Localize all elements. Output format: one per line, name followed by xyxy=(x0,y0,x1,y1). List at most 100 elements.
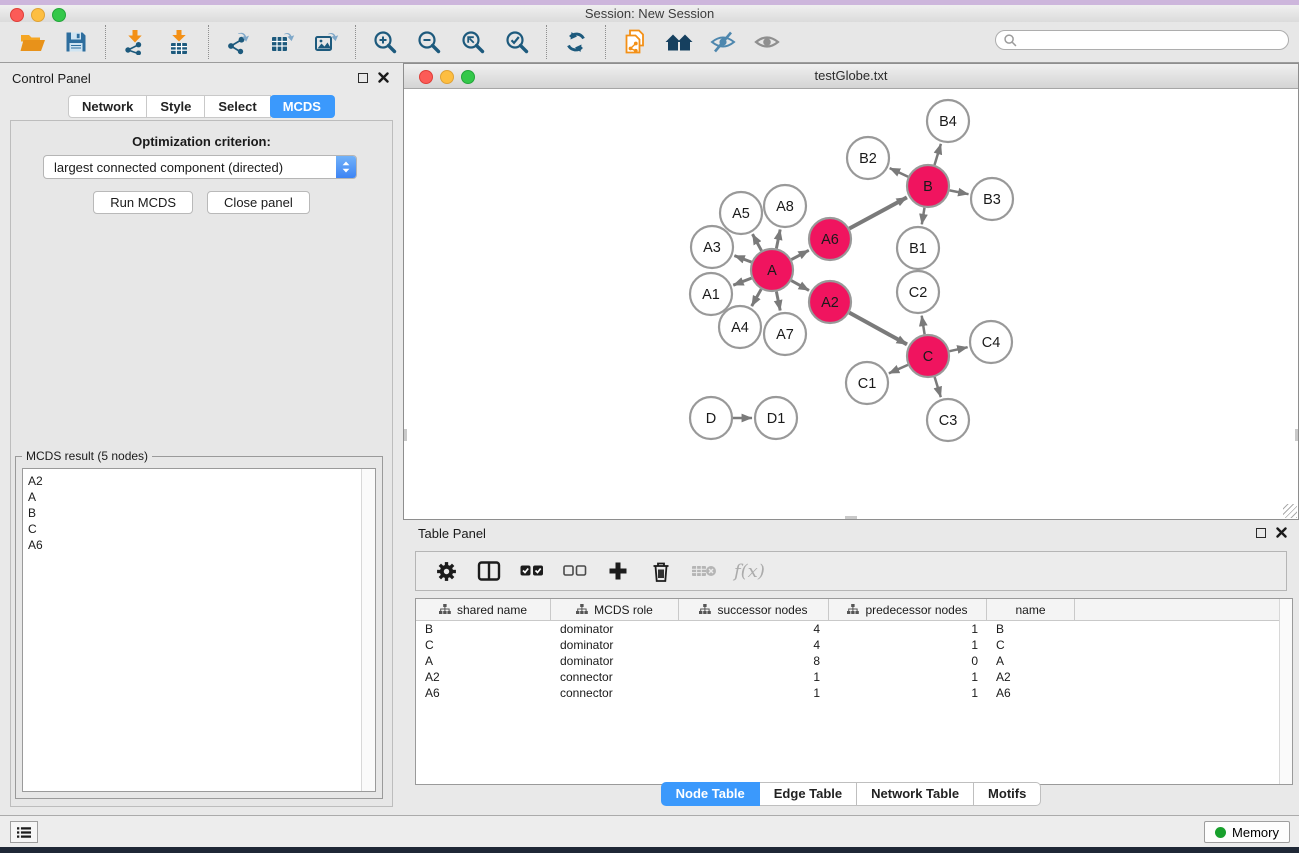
h-scroll-stub[interactable] xyxy=(845,516,857,519)
export-network-button[interactable] xyxy=(220,25,256,59)
graph-node-C4[interactable]: C4 xyxy=(970,321,1012,363)
table-cell[interactable]: dominator xyxy=(551,654,679,668)
graph-edge-B-B3[interactable] xyxy=(950,190,969,194)
save-session-button[interactable] xyxy=(58,25,94,59)
create-column-button[interactable] xyxy=(605,558,631,584)
graph-node-A8[interactable]: A8 xyxy=(764,185,806,227)
graph-node-A1[interactable]: A1 xyxy=(690,273,732,315)
tab-mcds[interactable]: MCDS xyxy=(270,95,335,118)
table-cell[interactable]: 1 xyxy=(829,670,987,684)
hide-graphics-details-button[interactable] xyxy=(705,25,741,59)
graph-node-A7[interactable]: A7 xyxy=(764,313,806,355)
column-layout-button[interactable] xyxy=(476,558,502,584)
graph-edge-C-C3[interactable] xyxy=(935,377,941,397)
import-table-button[interactable] xyxy=(161,25,197,59)
graph-edge-A2-C[interactable] xyxy=(849,313,907,345)
tab-edge-table[interactable]: Edge Table xyxy=(760,782,857,806)
graph-edge-A-A5[interactable] xyxy=(753,234,762,251)
graph-edge-C-C4[interactable] xyxy=(950,347,968,351)
table-cell[interactable]: 4 xyxy=(679,638,829,652)
graph-edge-A-A8[interactable] xyxy=(776,230,780,249)
table-cell[interactable]: B xyxy=(987,622,1075,636)
result-scrollbar[interactable] xyxy=(361,469,375,791)
mcds-result-item[interactable]: A6 xyxy=(23,537,375,553)
close-panel-icon[interactable] xyxy=(378,72,389,83)
zoom-fit-button[interactable] xyxy=(455,25,491,59)
mcds-result-item[interactable]: C xyxy=(23,521,375,537)
graph-node-B4[interactable]: B4 xyxy=(927,100,969,142)
delete-column-button[interactable] xyxy=(648,558,674,584)
table-cell[interactable]: 4 xyxy=(679,622,829,636)
table-cell[interactable]: A xyxy=(987,654,1075,668)
network-canvas[interactable]: B4B2BB3A8A5A6A3B1AC2A1A2A4A7C4CC1C3DD1 xyxy=(404,89,1298,519)
show-panels-button[interactable] xyxy=(10,821,38,843)
graph-node-A[interactable]: A xyxy=(751,249,793,291)
graph-node-C1[interactable]: C1 xyxy=(846,362,888,404)
column-header-name[interactable]: name xyxy=(987,599,1075,620)
table-cell[interactable]: connector xyxy=(551,670,679,684)
close-panel-button[interactable]: Close panel xyxy=(207,191,310,214)
criterion-dropdown[interactable]: largest connected component (directed) xyxy=(43,155,357,179)
graph-edge-B-B2[interactable] xyxy=(890,168,908,177)
graph-node-B2[interactable]: B2 xyxy=(847,137,889,179)
graph-node-D1[interactable]: D1 xyxy=(755,397,797,439)
graph-node-B[interactable]: B xyxy=(907,165,949,207)
graph-edge-A-A1[interactable] xyxy=(733,278,751,285)
graph-node-A3[interactable]: A3 xyxy=(691,226,733,268)
graph-node-A2[interactable]: A2 xyxy=(809,281,851,323)
table-cell[interactable]: connector xyxy=(551,686,679,700)
table-cell[interactable]: 0 xyxy=(829,654,987,668)
table-cell[interactable]: dominator xyxy=(551,638,679,652)
column-header-successor-nodes[interactable]: successor nodes xyxy=(679,599,829,620)
column-header-predecessor-nodes[interactable]: predecessor nodes xyxy=(829,599,987,620)
search-field[interactable] xyxy=(995,30,1289,50)
float-panel-icon[interactable] xyxy=(358,73,368,83)
table-cell[interactable]: 1 xyxy=(829,638,987,652)
network-close-icon[interactable] xyxy=(419,70,433,84)
graph-node-D[interactable]: D xyxy=(690,397,732,439)
select-all-columns-button[interactable] xyxy=(519,558,545,584)
home-button[interactable] xyxy=(661,25,697,59)
graph-edge-A-A4[interactable] xyxy=(752,289,762,306)
tab-style[interactable]: Style xyxy=(147,95,205,118)
mcds-result-item[interactable]: A2 xyxy=(23,473,375,489)
table-cell[interactable]: B xyxy=(416,622,551,636)
table-row[interactable]: A6connector11A6 xyxy=(416,685,1292,701)
graph-node-B3[interactable]: B3 xyxy=(971,178,1013,220)
export-image-button[interactable] xyxy=(308,25,344,59)
open-session-button[interactable] xyxy=(14,25,50,59)
tab-node-table[interactable]: Node Table xyxy=(661,782,760,806)
show-graphics-details-button[interactable] xyxy=(749,25,785,59)
v-scroll-stub[interactable] xyxy=(1295,429,1298,441)
table-cell[interactable]: A6 xyxy=(416,686,551,700)
table-cell[interactable]: A2 xyxy=(987,670,1075,684)
table-row[interactable]: Cdominator41C xyxy=(416,637,1292,653)
run-mcds-button[interactable]: Run MCDS xyxy=(93,191,193,214)
graph-edge-A6-B[interactable] xyxy=(849,197,907,228)
column-header-mcds-role[interactable]: MCDS role xyxy=(551,599,679,620)
table-cell[interactable]: A2 xyxy=(416,670,551,684)
graph-node-C[interactable]: C xyxy=(907,335,949,377)
v-scroll-stub[interactable] xyxy=(404,429,407,441)
export-table-button[interactable] xyxy=(264,25,300,59)
table-settings-button[interactable] xyxy=(433,558,459,584)
network-zoom-icon[interactable] xyxy=(461,70,475,84)
import-network-button[interactable] xyxy=(117,25,153,59)
table-cell[interactable]: C xyxy=(987,638,1075,652)
tab-network[interactable]: Network xyxy=(68,95,147,118)
table-cell[interactable]: dominator xyxy=(551,622,679,636)
graph-edge-A-A6[interactable] xyxy=(791,250,808,259)
graph-node-C3[interactable]: C3 xyxy=(927,399,969,441)
graph-edge-B-B1[interactable] xyxy=(922,208,925,225)
tab-motifs[interactable]: Motifs xyxy=(974,782,1041,806)
graph-edge-B-B4[interactable] xyxy=(935,144,941,165)
refresh-view-button[interactable] xyxy=(558,25,594,59)
table-cell[interactable]: 1 xyxy=(679,686,829,700)
network-window-titlebar[interactable]: testGlobe.txt xyxy=(404,64,1298,89)
zoom-out-button[interactable] xyxy=(411,25,447,59)
zoom-in-button[interactable] xyxy=(367,25,403,59)
close-panel-icon[interactable] xyxy=(1276,527,1287,538)
graph-node-B1[interactable]: B1 xyxy=(897,227,939,269)
mcds-result-item[interactable]: B xyxy=(23,505,375,521)
tab-select[interactable]: Select xyxy=(205,95,270,118)
